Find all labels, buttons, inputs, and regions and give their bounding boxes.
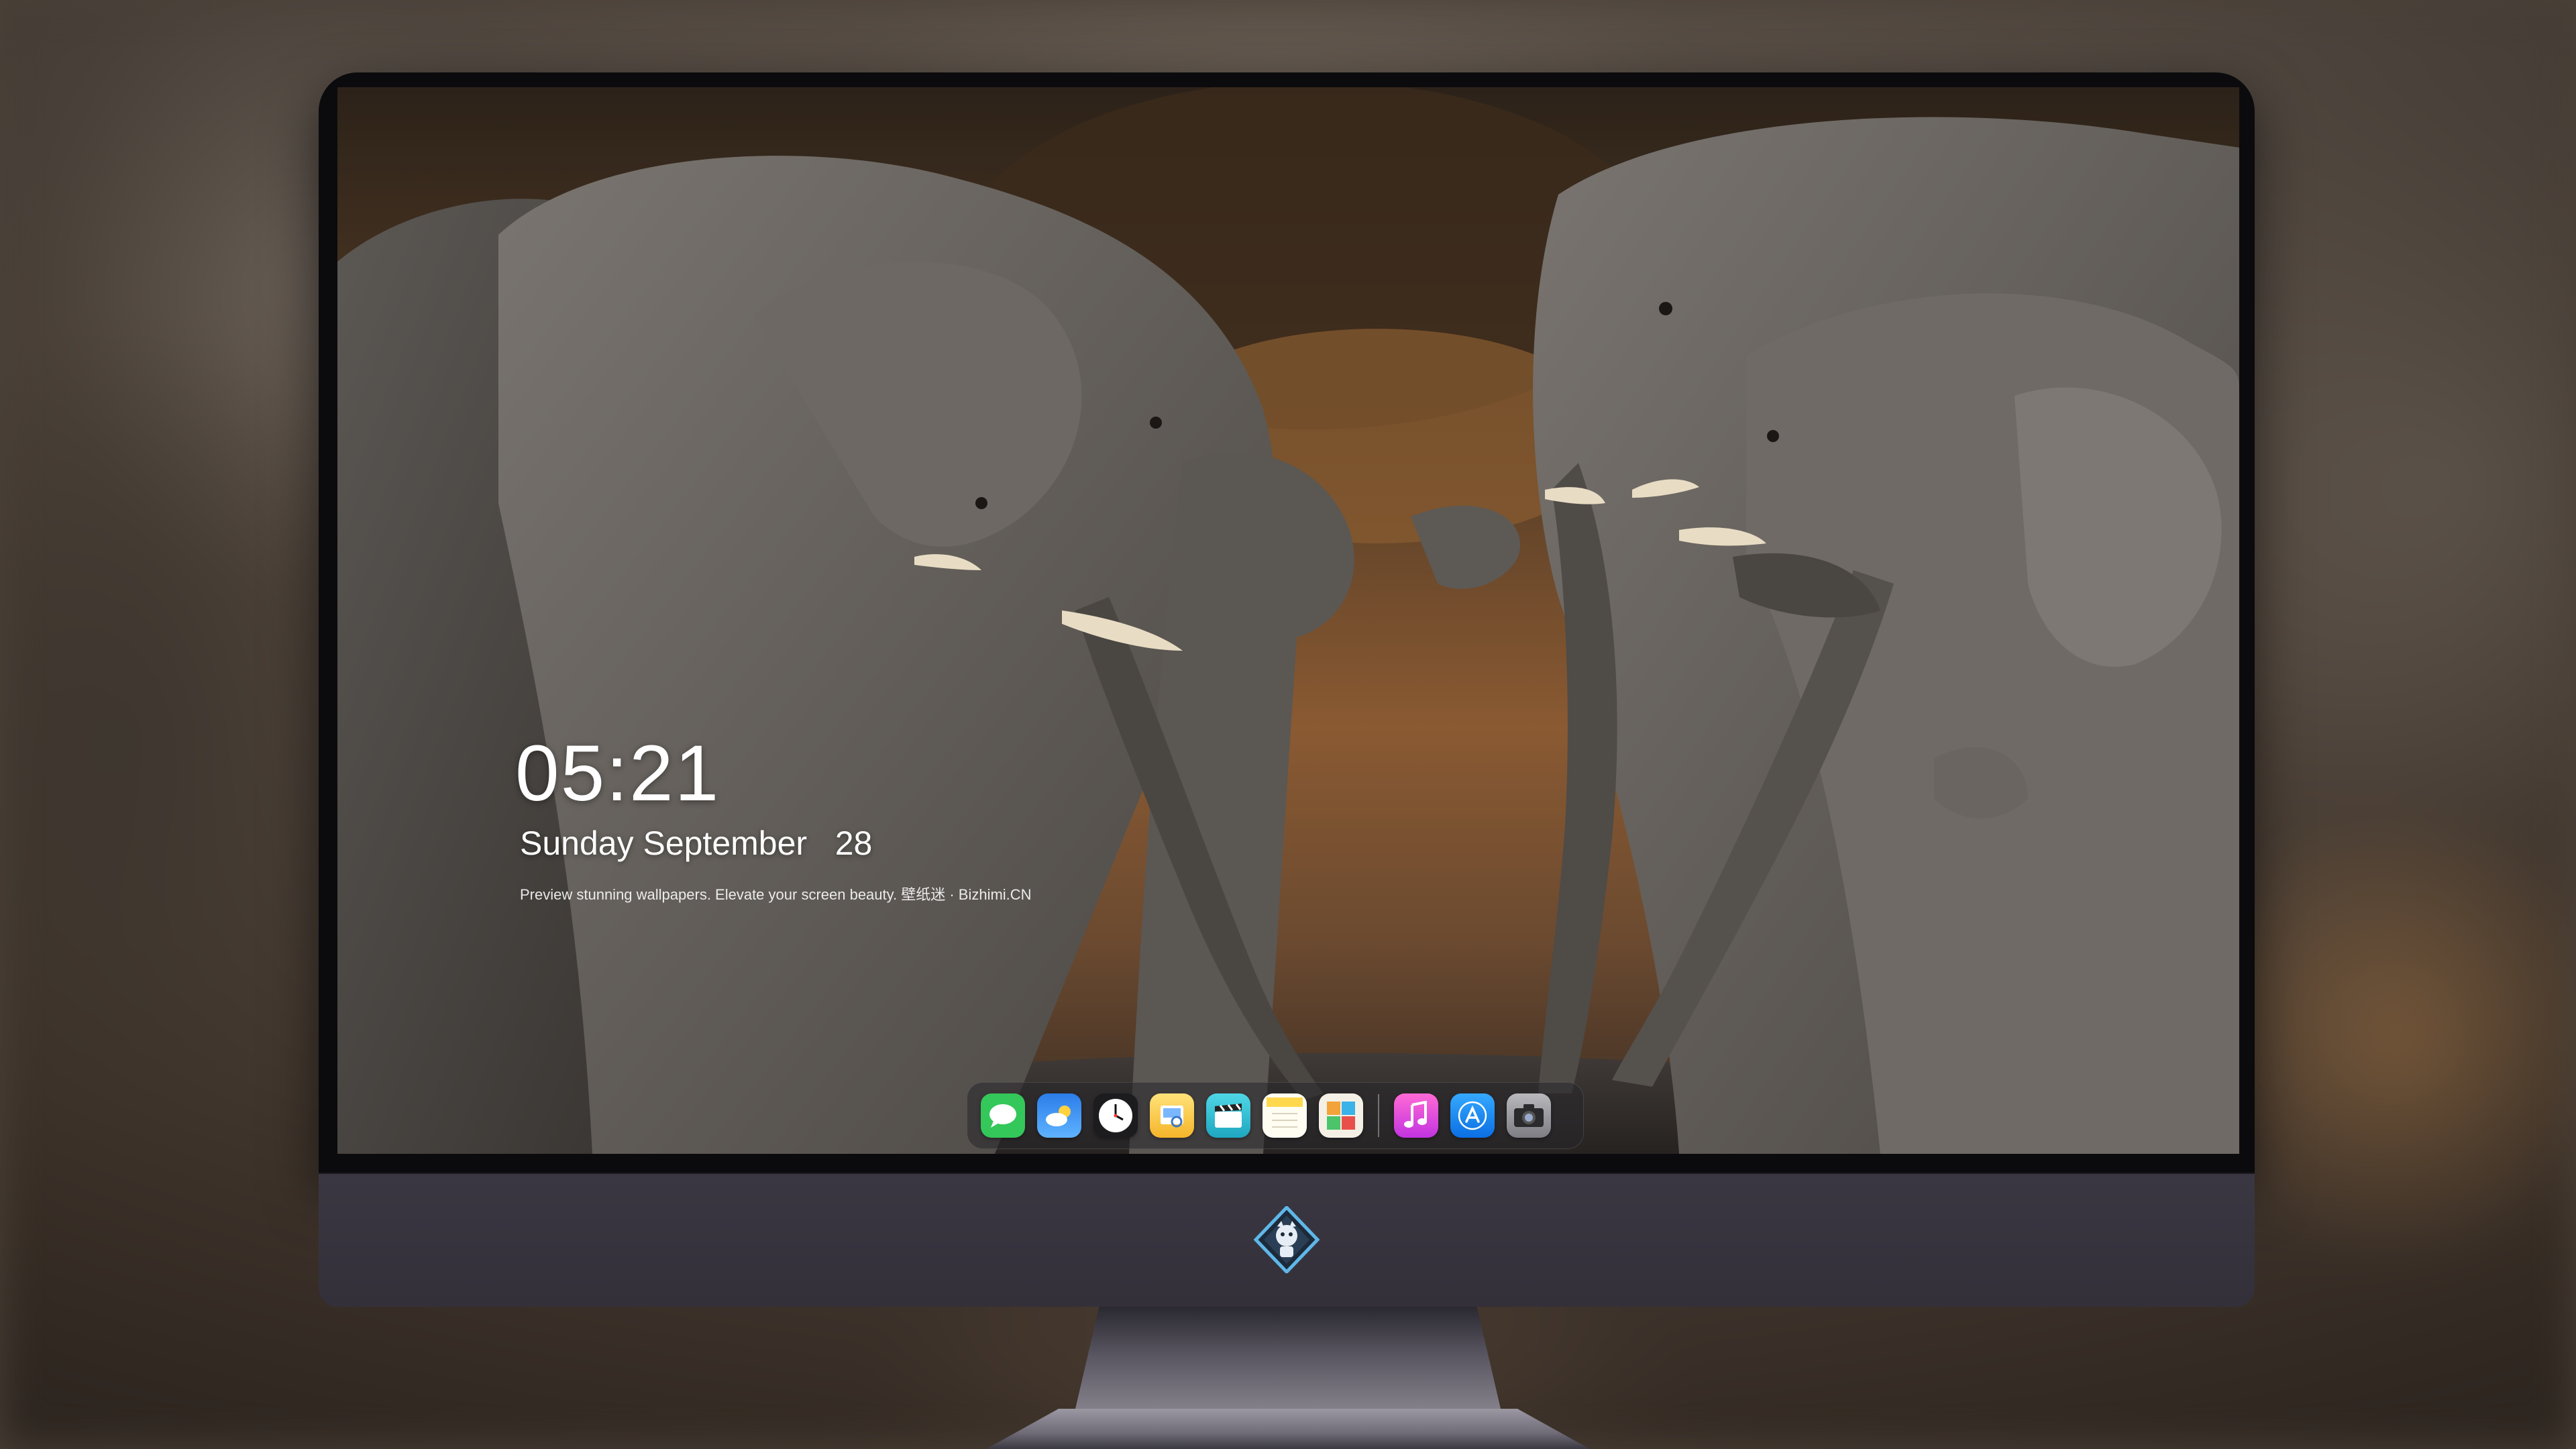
weather-icon[interactable]: [1037, 1093, 1081, 1138]
monitor-stand-neck: [1073, 1307, 1503, 1417]
lock-screen-time: 05:21: [515, 729, 720, 818]
clock-icon[interactable]: [1093, 1093, 1138, 1138]
notes-icon[interactable]: [1263, 1093, 1307, 1138]
photo-booth-icon[interactable]: [1319, 1093, 1363, 1138]
monitor-stand-foot: [986, 1409, 1590, 1449]
desktop-screen: 05:21 Sunday September 28 Preview stunni…: [337, 87, 2239, 1154]
preview-icon[interactable]: [1150, 1093, 1194, 1138]
app-store-icon[interactable]: [1450, 1093, 1495, 1138]
music-icon[interactable]: [1394, 1093, 1438, 1138]
dock-separator: [1378, 1094, 1379, 1137]
brand-logo-icon: [1253, 1206, 1320, 1273]
messages-icon[interactable]: [981, 1093, 1025, 1138]
lock-screen-date: Sunday September 28: [520, 824, 873, 862]
wallpaper-elephants: [337, 87, 2239, 1154]
camera-icon[interactable]: [1507, 1093, 1551, 1138]
clips-icon[interactable]: [1206, 1093, 1250, 1138]
lock-screen-tagline: Preview stunning wallpapers. Elevate you…: [520, 886, 1032, 903]
dock: [967, 1082, 1584, 1149]
